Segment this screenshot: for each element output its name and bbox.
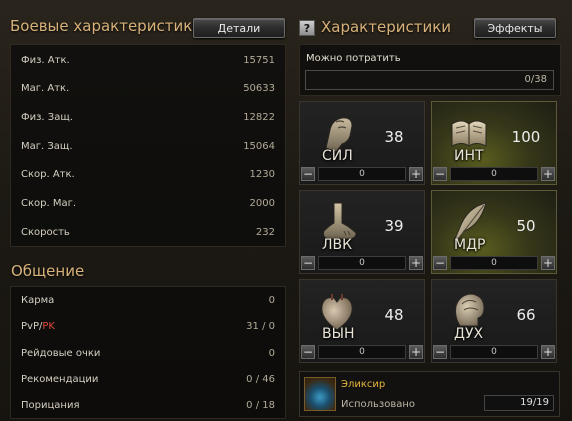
added-points: 0 [450,345,538,359]
help-button[interactable]: ? [299,20,315,36]
elixir-icon[interactable] [304,377,336,411]
stat-label: Физ. Атк. [21,54,70,66]
stat-stepper: − 0 + [301,255,423,271]
decrease-button[interactable]: − [301,345,315,359]
social-value: 31 / 0 [246,320,275,332]
stat-row: Физ. Атк. 15751 [11,46,285,74]
stat-abbr: СИЛ [322,148,353,164]
added-points: 0 [318,167,406,181]
stat-row: Физ. Защ. 12822 [11,103,285,131]
stat-row: Маг. Атк. 50633 [11,74,285,102]
stat-value: 2000 [249,197,275,209]
stat-row: Маг. Защ. 15064 [11,132,285,160]
increase-button[interactable]: + [541,167,555,181]
stat-card-int: ИНТ 100 − 0 + [431,101,557,185]
stat-stepper: − 0 + [301,166,423,182]
spend-label: Можно потратить [306,53,401,64]
social-label: Порицания [21,399,80,411]
stat-abbr: ВЫН [322,326,355,342]
added-points: 0 [450,256,538,270]
stat-base-value: 39 [384,217,404,235]
social-label: Рекомендации [21,373,99,385]
stat-base-value: 100 [511,128,541,146]
added-points: 0 [318,345,406,359]
pvp-label: PvP/ [21,320,43,332]
social-label: Карма [21,294,55,306]
stat-value: 1230 [249,168,275,180]
social-row: Карма 0 [11,287,285,313]
added-points: 0 [450,167,538,181]
elixir-title: Эликсир [341,379,386,390]
stat-base-value: 48 [384,306,404,324]
social-panel: Карма 0 PvP/PK 31 / 0 Рейдовые очки 0 Ре… [10,286,286,419]
spend-value: 0/38 [524,74,547,85]
stat-base-value: 50 [516,217,536,235]
pk-label: PK [42,320,55,332]
stat-label: Маг. Атк. [21,82,70,94]
left-column: Боевые характеристики Детали Физ. Атк. 1… [0,0,292,421]
social-value: 0 / 46 [246,373,275,385]
stat-label: Маг. Защ. [21,140,73,152]
increase-button[interactable]: + [541,256,555,270]
decrease-button[interactable]: − [301,167,315,181]
spend-bar: 0/38 [305,70,554,90]
stat-value: 50633 [243,82,275,94]
elixir-panel: Эликсир Использовано 19/19 [299,371,560,417]
combat-title: Боевые характеристики [10,17,202,35]
characteristics-title: Характеристики [321,18,452,36]
social-value: 0 [268,294,275,306]
stat-base-value: 38 [384,128,404,146]
stat-abbr: МДР [454,237,486,253]
social-label: Рейдовые очки [21,347,101,359]
combat-stats-panel: Физ. Атк. 15751 Маг. Атк. 50633 Физ. Защ… [10,44,286,247]
stat-card-wit: МДР 50 − 0 + [431,190,557,274]
stat-value: 15064 [243,140,275,152]
stat-stepper: − 0 + [433,166,555,182]
elixir-used-label: Использовано [341,399,416,410]
stat-row: Скор. Маг. 2000 [11,189,285,217]
stat-value: 15751 [243,54,275,66]
decrease-button[interactable]: − [433,167,447,181]
stat-card-str: СИЛ 38 − 0 + [299,101,425,185]
social-value: 0 [268,347,275,359]
details-button[interactable]: Детали [193,18,285,38]
social-title: Общение [11,262,85,280]
social-row: Рекомендации 0 / 46 [11,366,285,392]
stat-row: Скорость 232 [11,218,285,246]
stat-stepper: − 0 + [301,344,423,360]
decrease-button[interactable]: − [433,256,447,270]
stat-value: 12822 [243,111,275,123]
increase-button[interactable]: + [409,167,423,181]
stat-label: Скор. Атк. [21,168,75,180]
stat-abbr: ЛВК [322,237,353,253]
effects-button[interactable]: Эффекты [474,18,556,38]
social-row: Порицания 0 / 18 [11,392,285,418]
social-row: Рейдовые очки 0 [11,340,285,366]
increase-button[interactable]: + [409,345,423,359]
stat-stepper: − 0 + [433,344,555,360]
stat-abbr: ДУХ [454,326,484,342]
stat-card-con: ВЫН 48 − 0 + [299,279,425,363]
stat-row: Скор. Атк. 1230 [11,160,285,188]
stat-base-value: 66 [516,306,536,324]
stat-label: Скор. Маг. [21,197,77,209]
added-points: 0 [318,256,406,270]
stat-label: Скорость [21,226,70,238]
stat-card-dex: ЛВК 39 − 0 + [299,190,425,274]
stat-stepper: − 0 + [433,255,555,271]
stat-card-men: ДУХ 66 − 0 + [431,279,557,363]
social-label: PvP/PK [21,321,55,332]
social-row: PvP/PK 31 / 0 [11,313,285,339]
stat-value: 232 [255,226,275,238]
increase-button[interactable]: + [541,345,555,359]
stat-label: Физ. Защ. [21,111,73,123]
decrease-button[interactable]: − [433,345,447,359]
increase-button[interactable]: + [409,256,423,270]
social-value: 0 / 18 [246,399,275,411]
decrease-button[interactable]: − [301,256,315,270]
stat-abbr: ИНТ [454,148,484,164]
elixir-used-value: 19/19 [484,395,554,411]
